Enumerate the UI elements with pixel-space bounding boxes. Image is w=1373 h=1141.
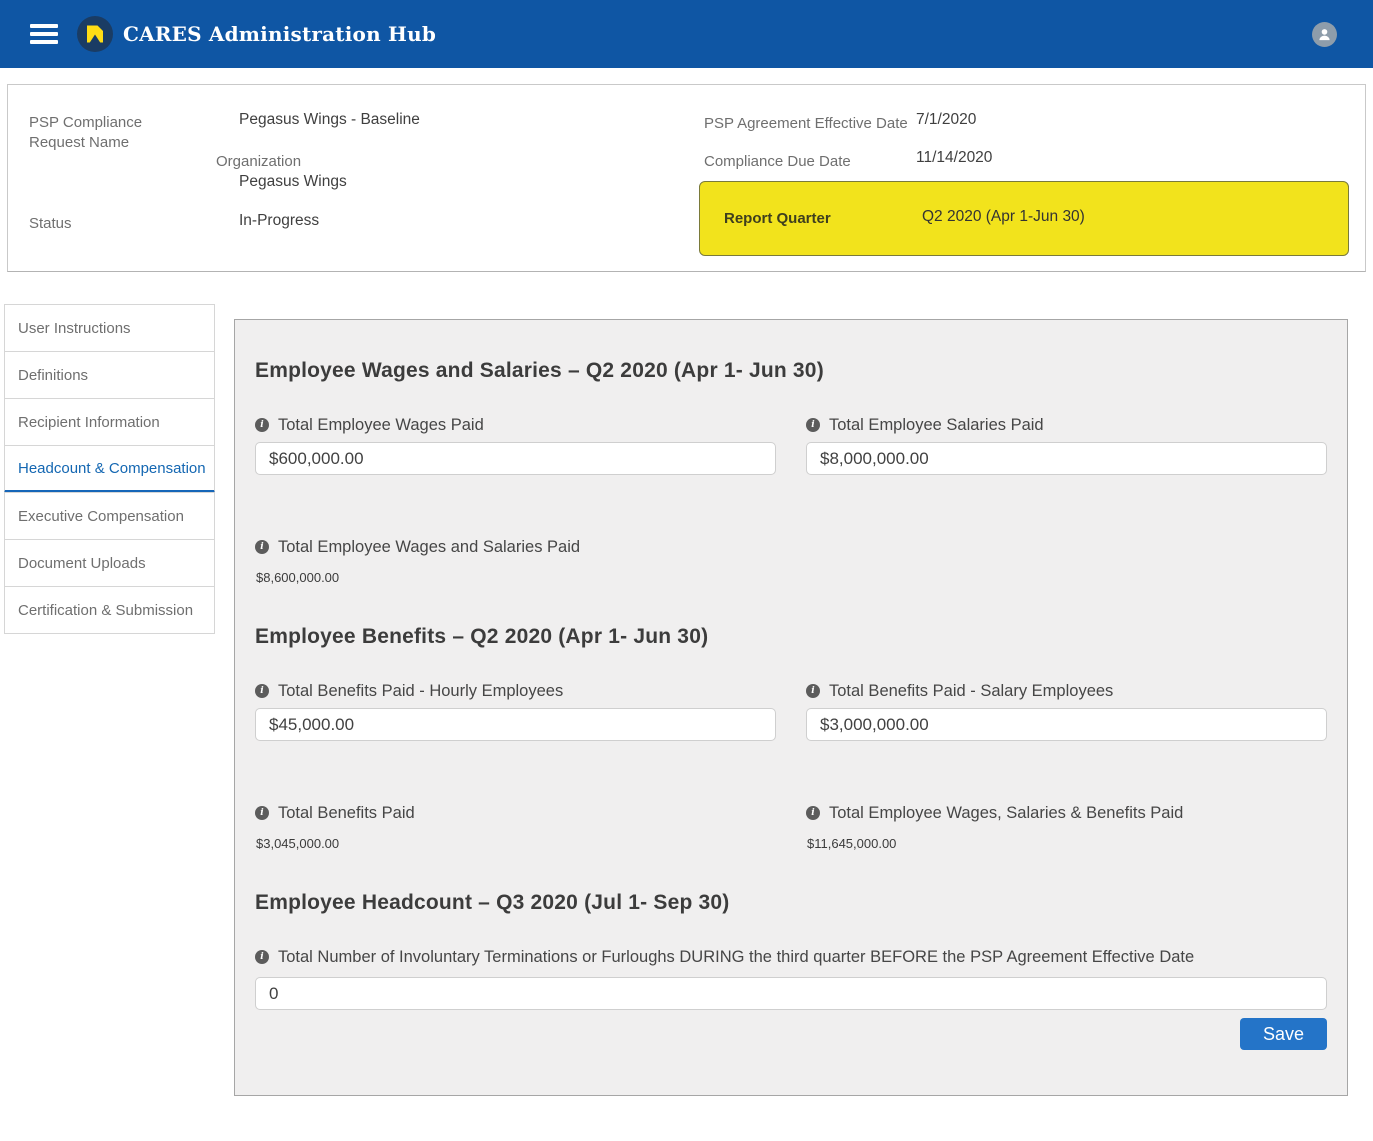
app-title: CARES Administration Hub [123, 22, 436, 46]
info-icon[interactable]: i [255, 418, 269, 432]
sidebar-item-definitions[interactable]: Definitions [4, 351, 215, 399]
benefits-salary-input[interactable] [806, 708, 1327, 741]
field-label: Total Employee Wages, Salaries & Benefit… [829, 803, 1183, 824]
total-wages-salaries-value: $8,600,000.00 [255, 570, 777, 585]
field-benefits-salary: i Total Benefits Paid - Salary Employees [806, 681, 1327, 741]
organization-value: Pegasus Wings [239, 173, 347, 191]
total-wages-input[interactable] [255, 442, 776, 475]
field-total-wages-salaries: i Total Employee Wages and Salaries Paid… [255, 537, 777, 585]
report-quarter-label: Report Quarter [724, 210, 831, 227]
info-icon[interactable]: i [255, 540, 269, 554]
organization-label: Organization [216, 152, 301, 172]
section-heading-wages: Employee Wages and Salaries – Q2 2020 (A… [255, 359, 1327, 383]
psp-request-name-value: Pegasus Wings - Baseline [239, 111, 420, 129]
effective-date-label: PSP Agreement Effective Date [704, 114, 908, 134]
field-label: Total Benefits Paid - Salary Employees [829, 681, 1113, 702]
report-quarter-value: Q2 2020 (Apr 1-Jun 30) [922, 208, 1085, 226]
app-logo-icon [77, 16, 113, 52]
field-total-wages-salaries-benefits: i Total Employee Wages, Salaries & Benef… [806, 803, 1327, 851]
field-total-wages: i Total Employee Wages Paid [255, 415, 776, 475]
field-benefits-hourly: i Total Benefits Paid - Hourly Employees [255, 681, 776, 741]
psp-request-name-label: PSP Compliance Request Name [29, 113, 199, 153]
sidebar-item-recipient-information[interactable]: Recipient Information [4, 398, 215, 446]
report-quarter-highlight: Report Quarter Q2 2020 (Apr 1-Jun 30) [699, 181, 1349, 256]
info-icon[interactable]: i [255, 950, 269, 964]
sidebar-nav: User Instructions Definitions Recipient … [4, 304, 215, 634]
total-wages-salaries-benefits-value: $11,645,000.00 [806, 836, 1327, 851]
status-value: In-Progress [239, 212, 319, 230]
sidebar-item-executive-compensation[interactable]: Executive Compensation [4, 492, 215, 540]
field-label: Total Number of Involuntary Terminations… [278, 944, 1194, 971]
field-label: Total Employee Salaries Paid [829, 415, 1044, 436]
field-involuntary-terminations: i Total Number of Involuntary Terminatio… [255, 947, 1327, 1010]
due-date-label: Compliance Due Date [704, 152, 851, 172]
total-salaries-input[interactable] [806, 442, 1327, 475]
field-total-benefits: i Total Benefits Paid $3,045,000.00 [255, 803, 776, 851]
field-label: Total Benefits Paid - Hourly Employees [278, 681, 563, 702]
info-icon[interactable]: i [806, 418, 820, 432]
info-icon[interactable]: i [255, 806, 269, 820]
section-heading-benefits: Employee Benefits – Q2 2020 (Apr 1- Jun … [255, 625, 1327, 649]
field-total-salaries: i Total Employee Salaries Paid [806, 415, 1327, 475]
info-icon[interactable]: i [806, 806, 820, 820]
effective-date-value: 7/1/2020 [916, 111, 976, 129]
due-date-value: 11/14/2020 [916, 149, 992, 167]
sidebar-item-document-uploads[interactable]: Document Uploads [4, 539, 215, 587]
status-label: Status [29, 214, 72, 234]
field-label: Total Benefits Paid [278, 803, 415, 824]
sidebar-item-certification-submission[interactable]: Certification & Submission [4, 586, 215, 634]
sidebar-item-user-instructions[interactable]: User Instructions [4, 304, 215, 352]
total-benefits-value: $3,045,000.00 [255, 836, 776, 851]
headcount-compensation-form: Employee Wages and Salaries – Q2 2020 (A… [234, 319, 1348, 1096]
summary-panel: PSP Compliance Request Name Pegasus Wing… [7, 84, 1366, 272]
user-avatar-icon[interactable] [1312, 22, 1337, 47]
info-icon[interactable]: i [255, 684, 269, 698]
hamburger-icon[interactable] [30, 20, 58, 48]
field-label: Total Employee Wages and Salaries Paid [278, 537, 580, 558]
involuntary-terminations-input[interactable] [255, 977, 1327, 1010]
info-icon[interactable]: i [806, 684, 820, 698]
sidebar-item-headcount-compensation[interactable]: Headcount & Compensation [4, 445, 215, 493]
save-button[interactable]: Save [1240, 1018, 1327, 1050]
field-label: Total Employee Wages Paid [278, 415, 484, 436]
section-heading-headcount: Employee Headcount – Q3 2020 (Jul 1- Sep… [255, 891, 1327, 915]
benefits-hourly-input[interactable] [255, 708, 776, 741]
app-header: CARES Administration Hub [0, 0, 1373, 68]
